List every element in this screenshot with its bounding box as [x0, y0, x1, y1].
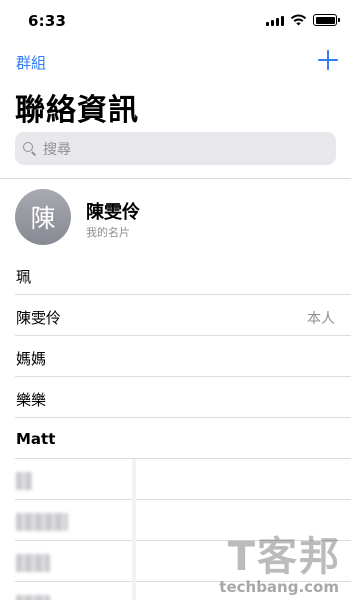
- search-icon: [23, 141, 37, 156]
- battery-icon: [313, 14, 340, 26]
- blur-edge: [132, 541, 136, 582]
- blurred-name: [16, 513, 68, 531]
- status-time: 6:33: [28, 12, 67, 30]
- navigation-bar: 群組: [0, 44, 351, 80]
- blurred-name: [16, 554, 50, 572]
- avatar: 陳: [15, 189, 71, 245]
- my-card[interactable]: 陳 陳雯伶 我的名片: [0, 180, 351, 254]
- contact-name: 樂樂: [16, 391, 47, 409]
- divider: [0, 178, 351, 179]
- contact-row[interactable]: 陳雯伶 本人: [15, 295, 351, 336]
- contact-row[interactable]: 樂樂: [15, 377, 351, 418]
- cellular-signal-icon: [266, 15, 284, 26]
- add-contact-icon[interactable]: [317, 49, 339, 71]
- contact-name: 陳雯伶: [16, 309, 62, 327]
- contact-row[interactable]: Matt: [15, 418, 351, 459]
- blur-edge: [132, 582, 136, 600]
- page-title: 聯絡資訊: [15, 93, 139, 128]
- watermark: T客邦 techbang.com: [185, 524, 345, 596]
- watermark-logo: T客邦: [227, 534, 341, 580]
- me-badge: 本人: [307, 311, 335, 327]
- wifi-icon: [290, 14, 307, 26]
- contact-name: Matt: [16, 430, 56, 448]
- my-card-subtitle: 我的名片: [86, 226, 130, 239]
- status-icons: [266, 14, 340, 26]
- watermark-text: techbang.com: [219, 578, 339, 596]
- blurred-name: [16, 472, 32, 490]
- my-card-name: 陳雯伶: [86, 202, 140, 223]
- blurred-name: [16, 595, 50, 600]
- blur-edge: [132, 500, 136, 541]
- contact-row[interactable]: 珮: [15, 254, 351, 295]
- groups-button[interactable]: 群組: [16, 52, 46, 73]
- search-placeholder: 搜尋: [43, 141, 71, 158]
- blur-edge: [132, 459, 136, 500]
- contact-row[interactable]: 媽媽: [15, 336, 351, 377]
- contact-name: 媽媽: [16, 350, 47, 368]
- contact-row-blurred[interactable]: [15, 459, 351, 500]
- search-field[interactable]: 搜尋: [15, 132, 336, 165]
- status-bar: 6:33: [0, 0, 351, 44]
- contact-name: 珮: [16, 268, 32, 286]
